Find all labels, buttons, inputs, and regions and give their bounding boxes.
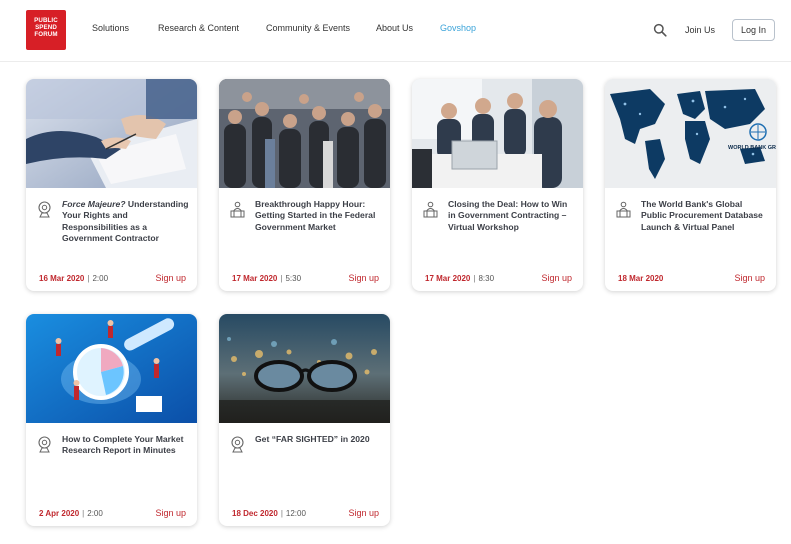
sign-up-link[interactable]: Sign up	[348, 273, 379, 283]
event-date: 17 Mar 2020 | 8:30	[425, 274, 495, 283]
login-button[interactable]: Log In	[732, 19, 775, 41]
team-laptop-photo	[412, 79, 583, 188]
public-spend-forum-logo[interactable]: PUBLIC SPEND FORUM	[26, 10, 66, 50]
event-title: The World Bank's Global Public Procureme…	[641, 199, 763, 232]
event-date: 18 Mar 2020	[618, 274, 664, 283]
sign-up-link[interactable]: Sign up	[734, 273, 765, 283]
webinar-icon	[230, 201, 245, 218]
event-card[interactable]: WORLD BANK GR The World Bank's Global Pu…	[605, 79, 776, 291]
sign-up-link[interactable]: Sign up	[541, 273, 572, 283]
sign-up-link[interactable]: Sign up	[155, 508, 186, 518]
webinar-icon	[423, 201, 438, 218]
event-date: 18 Dec 2020 | 12:00	[232, 509, 306, 518]
signing-contract-photo	[26, 79, 197, 188]
event-title: Get “FAR SIGHTED” in 2020	[255, 434, 370, 444]
nav-solutions[interactable]: Solutions	[92, 23, 129, 33]
nav-research-content[interactable]: Research & Content	[158, 23, 239, 33]
event-title: Force Majeure? Understanding Your Rights…	[62, 199, 189, 243]
world-map-photo: WORLD BANK GR	[605, 79, 776, 188]
search-icon[interactable]	[653, 23, 667, 37]
site-header: PUBLIC SPEND FORUM Solutions Research & …	[0, 0, 791, 62]
event-date: 16 Mar 2020 | 2:00	[39, 274, 109, 283]
event-title: Breakthrough Happy Hour: Getting Started…	[255, 199, 376, 232]
event-date: 2 Apr 2020 | 2:00	[39, 509, 103, 518]
event-card[interactable]: Closing the Deal: How to Win in Governme…	[412, 79, 583, 291]
event-card[interactable]: Force Majeure? Understanding Your Rights…	[26, 79, 197, 291]
event-date: 17 Mar 2020 | 5:30	[232, 274, 302, 283]
webcam-icon	[38, 436, 51, 453]
event-title: Closing the Deal: How to Win in Governme…	[448, 199, 568, 232]
event-card[interactable]: Get “FAR SIGHTED” in 2020 18 Dec 2020 | 12…	[219, 314, 390, 526]
join-us-link[interactable]: Join Us	[685, 25, 715, 35]
webcam-icon	[231, 436, 244, 453]
event-card[interactable]: Breakthrough Happy Hour: Getting Started…	[219, 79, 390, 291]
crowd-networking-photo	[219, 79, 390, 188]
nav-about-us[interactable]: About Us	[376, 23, 413, 33]
webinar-icon	[616, 201, 631, 218]
sign-up-link[interactable]: Sign up	[155, 273, 186, 283]
nav-community-events[interactable]: Community & Events	[266, 23, 350, 33]
glasses-city-photo	[219, 314, 390, 423]
webcam-icon	[38, 201, 51, 218]
event-title: How to Complete Your Market Research Rep…	[62, 434, 184, 456]
nav-govshop[interactable]: Govshop	[440, 23, 476, 33]
world-bank-image-text: WORLD BANK GR	[728, 145, 776, 151]
event-card[interactable]: How to Complete Your Market Research Rep…	[26, 314, 197, 526]
market-research-illustration	[26, 314, 197, 423]
sign-up-link[interactable]: Sign up	[348, 508, 379, 518]
